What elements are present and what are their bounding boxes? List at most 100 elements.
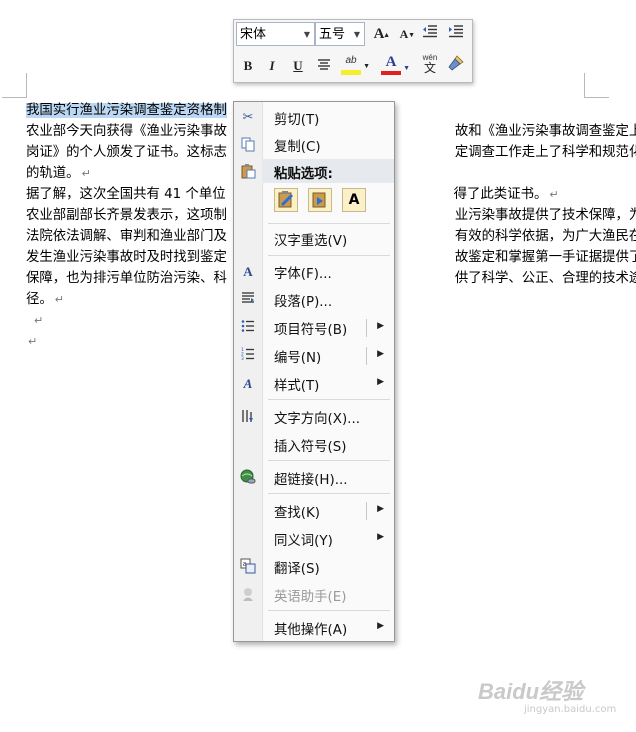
menu-item-bullets[interactable]: 项目符号(B) ▶ bbox=[234, 315, 394, 341]
font-size-value: 五号 bbox=[319, 27, 346, 42]
highlight-color-swatch bbox=[341, 70, 361, 75]
paragraph-mark: ↵ bbox=[54, 293, 64, 306]
globe-link-icon bbox=[239, 469, 257, 487]
menu-split-divider bbox=[366, 319, 367, 337]
font-color-button[interactable]: A ▼ bbox=[380, 53, 410, 75]
menu-item-label: 超链接(H)... bbox=[274, 473, 348, 488]
chevron-right-icon[interactable]: ▶ bbox=[377, 349, 384, 359]
underline-button[interactable]: U bbox=[287, 55, 309, 77]
highlight-icon: ab bbox=[345, 55, 357, 66]
grow-font-button[interactable]: A ▲ bbox=[368, 23, 390, 45]
bold-icon: B bbox=[243, 58, 253, 73]
menu-item-label: 英语助手(E) bbox=[274, 590, 347, 605]
menu-separator bbox=[268, 255, 390, 256]
menu-item-reconvert[interactable]: 汉字重选(V) bbox=[234, 226, 394, 252]
menu-item-font[interactable]: A 字体(F)... bbox=[234, 259, 394, 285]
paste-options-header: 粘贴选项: bbox=[262, 159, 394, 183]
shrink-font-button[interactable]: A ▼ bbox=[393, 23, 415, 45]
doc-text: 故和《渔业污染事故调查鉴定上 bbox=[454, 124, 636, 139]
paragraph-mark: ↵ bbox=[28, 335, 38, 348]
menu-item-english-assistant: 英语助手(E) bbox=[234, 582, 394, 608]
assistant-icon bbox=[239, 586, 257, 604]
decrease-indent-button[interactable] bbox=[419, 23, 441, 45]
doc-text: 得了此类证书。 bbox=[453, 187, 548, 202]
chevron-right-icon[interactable]: ▶ bbox=[377, 504, 384, 514]
doc-text: 法院依法调解、审判和渔业部门及 bbox=[26, 229, 227, 244]
chevron-right-icon[interactable]: ▶ bbox=[377, 321, 384, 331]
menu-separator bbox=[268, 223, 390, 224]
menu-split-divider bbox=[366, 502, 367, 520]
chevron-down-icon: ▼ bbox=[353, 30, 360, 39]
copy-icon bbox=[239, 136, 257, 154]
menu-item-label: 汉字重选(V) bbox=[274, 234, 348, 249]
doc-text: 业污染事故提供了技术保障，为 bbox=[454, 208, 636, 223]
svg-text:a: a bbox=[243, 560, 247, 568]
menu-item-other-actions[interactable]: 其他操作(A) ▶ bbox=[234, 615, 394, 641]
italic-icon: I bbox=[269, 58, 275, 73]
menu-item-find[interactable]: 查找(K) ▶ bbox=[234, 498, 394, 524]
menu-item-insert-symbol[interactable]: 插入符号(S) bbox=[234, 432, 394, 458]
italic-button[interactable]: I bbox=[261, 55, 283, 77]
menu-separator bbox=[268, 610, 390, 611]
menu-item-label: 插入符号(S) bbox=[274, 440, 347, 455]
selected-text[interactable]: 我国实行渔业污染调查鉴定资格制 bbox=[26, 103, 227, 118]
paste-merge-formatting-button[interactable] bbox=[308, 188, 332, 212]
underline-icon: U bbox=[293, 58, 303, 73]
shrink-font-icon: A bbox=[399, 27, 409, 41]
center-align-button[interactable] bbox=[313, 55, 335, 77]
font-size-dropdown[interactable]: 五号 ▼ bbox=[315, 22, 365, 46]
menu-item-label: 编号(N) bbox=[274, 351, 322, 366]
menu-item-styles[interactable]: A 样式(T) ▶ bbox=[234, 371, 394, 397]
increase-indent-button[interactable] bbox=[445, 23, 467, 45]
margin-mark-left bbox=[2, 73, 27, 98]
format-painter-button[interactable] bbox=[445, 55, 467, 77]
menu-item-paragraph[interactable]: 段落(P)... bbox=[234, 287, 394, 313]
chevron-right-icon: ▶ bbox=[377, 532, 384, 542]
svg-text:3: 3 bbox=[241, 356, 244, 361]
menu-item-numbering[interactable]: 123 编号(N) ▶ bbox=[234, 343, 394, 369]
paste-merge-formatting-icon bbox=[312, 192, 326, 208]
doc-text: 故鉴定和掌握第一手证据提供了 bbox=[454, 250, 636, 265]
menu-item-label: 段落(P)... bbox=[274, 295, 333, 310]
font-name-value: 宋体 bbox=[240, 27, 267, 42]
doc-text: 农业部副部长齐景发表示，这项制 bbox=[26, 208, 227, 223]
context-menu: ✂ 剪切(T) 复制(C) 粘贴选项: A 汉字重选(V) A 字体(F)...… bbox=[233, 101, 395, 642]
menu-item-cut[interactable]: ✂ 剪切(T) bbox=[234, 105, 394, 131]
font-color-icon: A bbox=[385, 54, 397, 70]
scissors-icon: ✂ bbox=[242, 110, 254, 125]
center-align-icon bbox=[318, 59, 330, 70]
chevron-right-icon: ▶ bbox=[377, 377, 384, 387]
doc-text: 发生渔业污染事故时及时找到鉴定 bbox=[26, 250, 227, 265]
menu-item-copy[interactable]: 复制(C) bbox=[234, 132, 394, 158]
menu-item-label: 字体(F)... bbox=[274, 267, 332, 282]
decrease-indent-icon bbox=[423, 25, 437, 38]
menu-item-hyperlink[interactable]: 超链接(H)... bbox=[234, 465, 394, 491]
menu-item-synonyms[interactable]: 同义词(Y) ▶ bbox=[234, 526, 394, 552]
font-name-dropdown[interactable]: 宋体 ▼ bbox=[236, 22, 315, 46]
bold-button[interactable]: B bbox=[237, 55, 259, 77]
increase-indent-icon bbox=[449, 25, 463, 38]
menu-split-divider bbox=[366, 347, 367, 365]
format-painter-icon bbox=[448, 55, 464, 71]
phonetic-char: 文 bbox=[423, 61, 436, 75]
chevron-right-icon: ▶ bbox=[377, 621, 384, 631]
menu-item-label: 样式(T) bbox=[274, 379, 320, 394]
menu-item-label: 复制(C) bbox=[274, 140, 321, 155]
menu-item-translate[interactable]: a 翻译(S) bbox=[234, 554, 394, 580]
paragraph-mark: ↵ bbox=[549, 188, 559, 201]
paste-text-only-button[interactable]: A bbox=[342, 188, 366, 212]
highlight-button[interactable]: ab ▼ bbox=[340, 53, 370, 75]
menu-item-label: 同义词(Y) bbox=[274, 534, 333, 549]
margin-mark-right bbox=[584, 73, 609, 98]
chevron-down-icon: ▼ bbox=[303, 30, 310, 39]
styles-icon: A bbox=[243, 376, 253, 391]
menu-item-label: 文字方向(X)... bbox=[274, 412, 360, 427]
menu-item-text-direction[interactable]: 文字方向(X)... bbox=[234, 404, 394, 430]
paste-keep-formatting-icon bbox=[278, 191, 294, 208]
menu-item-label: 剪切(T) bbox=[274, 113, 320, 128]
doc-text: 保障，也为排污单位防治污染、科 bbox=[26, 271, 227, 286]
baidu-watermark: Baidu经验 jingyan.baidu.com bbox=[478, 674, 616, 715]
paste-keep-source-button[interactable] bbox=[274, 188, 298, 212]
phonetic-guide-button[interactable]: wén 文 bbox=[419, 53, 441, 75]
doc-text: 定调查工作走上了科学和规范化 bbox=[454, 145, 636, 160]
